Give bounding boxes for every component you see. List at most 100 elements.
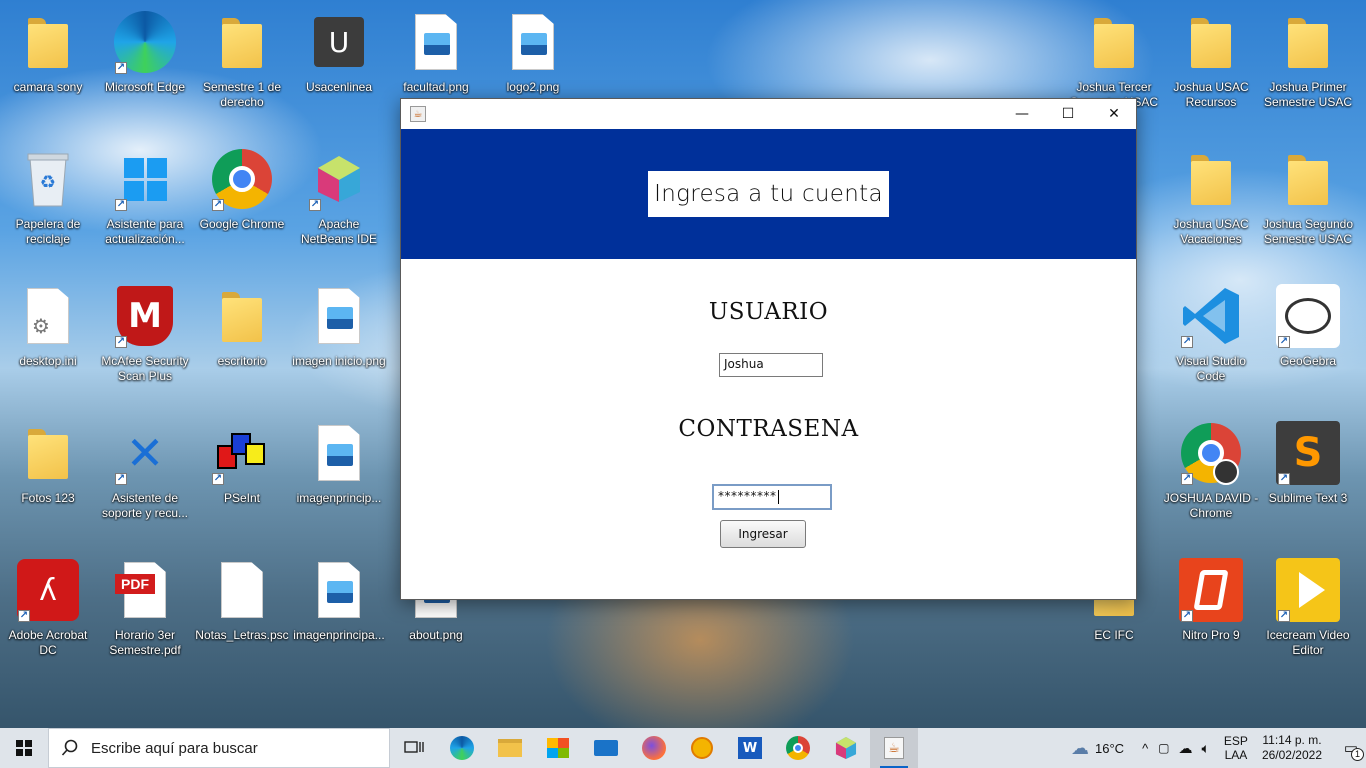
- desktop-icon-geogebra[interactable]: ↗ GeoGebra: [1260, 278, 1356, 406]
- desktop-icon-fotos-123[interactable]: Fotos 123: [0, 415, 96, 543]
- desktop-icon-nitro[interactable]: ↗ Nitro Pro 9: [1163, 552, 1259, 680]
- title-bar[interactable]: ☕ — ☐ ✕: [401, 99, 1136, 129]
- desktop-icon-label: Visual Studio Code: [1176, 354, 1246, 383]
- desktop-icon-imagenprincipal-2[interactable]: imagenprincipa...: [291, 552, 387, 680]
- desktop-icon-support-assistant[interactable]: ✕ ↗ Asistente de soporte y recu...: [97, 415, 193, 543]
- task-view-button[interactable]: [390, 728, 438, 768]
- desktop-icon-label: Nitro Pro 9: [1182, 628, 1240, 642]
- taskbar-java[interactable]: ☕: [870, 728, 918, 768]
- cloud-icon[interactable]: ☁: [1179, 740, 1193, 757]
- shortcut-arrow-icon: ↗: [1278, 610, 1290, 622]
- taskbar-store[interactable]: [534, 728, 582, 768]
- clock[interactable]: 11:14 p. m. 26/02/2022: [1262, 733, 1322, 763]
- desktop-icon-joshua-segundo-semestre[interactable]: Joshua Segundo Semestre USAC: [1260, 141, 1356, 269]
- pdf-file-icon: PDF: [113, 558, 177, 622]
- acrobat-icon: ʎ ↗: [16, 558, 80, 622]
- search-icon: [61, 739, 78, 756]
- desktop-icon-joshua-usac-vacaciones[interactable]: Joshua USAC Vacaciones: [1163, 141, 1259, 269]
- pseint-icon: ↗: [210, 421, 274, 485]
- minimize-button[interactable]: —: [999, 99, 1045, 129]
- taskbar-fruit-app[interactable]: [678, 728, 726, 768]
- clock-date: 26/02/2022: [1261, 748, 1322, 762]
- desktop-icon-notas-letras[interactable]: Notas_Letras.psc: [194, 552, 290, 680]
- start-button[interactable]: [0, 728, 48, 768]
- desktop-icon-camara-sony[interactable]: camara sony: [0, 4, 96, 132]
- shortcut-arrow-icon: ↗: [115, 62, 127, 74]
- weather-icon: ☁: [1071, 737, 1090, 758]
- desktop-icon-joshua-primer-semestre[interactable]: Joshua Primer Semestre USAC: [1260, 4, 1356, 132]
- desktop-icon-joshua-usac-recursos[interactable]: Joshua USAC Recursos: [1163, 4, 1259, 132]
- shortcut-arrow-icon: ↗: [212, 199, 224, 211]
- taskbar-file-explorer[interactable]: [486, 728, 534, 768]
- weather-temperature[interactable]: 16°C: [1095, 741, 1124, 756]
- desktop-icon-imagen-inicio[interactable]: imagen inicio.png: [291, 278, 387, 406]
- notification-count-badge: 1: [1351, 748, 1364, 761]
- mail-icon: [594, 740, 618, 756]
- volume-icon[interactable]: 🔈︎: [1202, 740, 1210, 757]
- desktop-icon-microsoft-edge[interactable]: ↗ Microsoft Edge: [97, 4, 193, 132]
- image-file-icon: [501, 10, 565, 74]
- taskbar-search-box[interactable]: Escribe aquí para buscar: [48, 728, 390, 768]
- desktop-icon-recycle-bin[interactable]: ♻ Papelera de reciclaje: [0, 141, 96, 269]
- desktop-icon-vscode[interactable]: ↗ Visual Studio Code: [1163, 278, 1259, 406]
- desktop-icon-joshua-chrome[interactable]: ↗ JOSHUA DAVID - Chrome: [1163, 415, 1259, 543]
- desktop-icon-label: Usacenlinea: [305, 80, 373, 94]
- taskbar-netbeans[interactable]: [822, 728, 870, 768]
- password-label: CONTRASENA: [678, 416, 859, 442]
- desktop-icon-icecream[interactable]: ↗ Icecream Video Editor: [1260, 552, 1356, 680]
- file-icon: [210, 558, 274, 622]
- image-file-icon: [307, 421, 371, 485]
- desktop-icon-mcafee[interactable]: M ↗ McAfee Security Scan Plus: [97, 278, 193, 406]
- desktop-icon-google-chrome[interactable]: ↗ Google Chrome: [194, 141, 290, 269]
- desktop-icon-label: Joshua USAC Vacaciones: [1173, 217, 1249, 246]
- username-label: USUARIO: [708, 299, 829, 325]
- desktop-icon-semestre-derecho[interactable]: Semestre 1 de derecho: [194, 4, 290, 132]
- language-indicator[interactable]: ESP LAA: [1224, 734, 1248, 762]
- login-button[interactable]: Ingresar: [720, 520, 806, 548]
- desktop-icon-desktop-ini[interactable]: ⚙ desktop.ini: [0, 278, 96, 406]
- maximize-button[interactable]: ☐: [1045, 99, 1091, 129]
- netbeans-icon: [835, 737, 857, 759]
- wrench-icon: ✕ ↗: [115, 426, 165, 485]
- shortcut-arrow-icon: ↗: [115, 336, 127, 348]
- login-form: USUARIO Joshua CONTRASENA ********* Ingr…: [401, 259, 1136, 599]
- java-icon: ☕: [410, 106, 426, 122]
- edge-icon: [450, 736, 474, 760]
- shortcut-arrow-icon: ↗: [1278, 336, 1290, 348]
- shortcut-arrow-icon: ↗: [115, 199, 127, 211]
- password-field[interactable]: *********: [712, 484, 832, 510]
- meet-now-icon[interactable]: ▢: [1158, 741, 1169, 755]
- desktop-icon-windows-update-assistant[interactable]: ↗ Asistente para actualización...: [97, 141, 193, 269]
- close-button[interactable]: ✕: [1091, 99, 1137, 129]
- taskbar-firefox[interactable]: [630, 728, 678, 768]
- username-value: Joshua: [724, 357, 764, 371]
- desktop-icon-pseint[interactable]: ↗ PSeInt: [194, 415, 290, 543]
- chevron-up-icon[interactable]: ^: [1142, 741, 1148, 756]
- desktop-icon-escritorio[interactable]: escritorio: [194, 278, 290, 406]
- taskbar-word[interactable]: W: [726, 728, 774, 768]
- word-icon: W: [738, 737, 762, 759]
- taskbar-edge[interactable]: [438, 728, 486, 768]
- desktop-icon-label: Semestre 1 de derecho: [202, 80, 282, 109]
- desktop-icon-netbeans[interactable]: ↗ Apache NetBeans IDE 12.6: [291, 141, 387, 269]
- desktop-icon-label: EC IFC: [1094, 628, 1134, 642]
- desktop-icon-sublime[interactable]: S ↗ Sublime Text 3: [1260, 415, 1356, 543]
- desktop-icon-label: Sublime Text 3: [1268, 491, 1348, 505]
- windows-logo-icon: [16, 740, 32, 756]
- folder-icon: [210, 284, 274, 348]
- desktop-icon-adobe-acrobat[interactable]: ʎ ↗ Adobe Acrobat DC: [0, 552, 96, 680]
- notifications-button[interactable]: ▭ 1: [1336, 728, 1366, 768]
- username-field[interactable]: Joshua: [719, 353, 823, 377]
- shortcut-arrow-icon: ↗: [1181, 473, 1193, 485]
- desktop-icon-label: Microsoft Edge: [104, 80, 186, 94]
- desktop-icon-label: imagen inicio.png: [292, 354, 386, 368]
- taskbar-mail[interactable]: [582, 728, 630, 768]
- taskbar-chrome[interactable]: [774, 728, 822, 768]
- system-tray: ☁ 16°C ^ ▢ ☁ 🔈︎ ESP LAA 11:14 p. m. 26/0…: [1071, 728, 1366, 768]
- desktop-icon-imagenprincipal-1[interactable]: imagenprincip...: [291, 415, 387, 543]
- desktop-icon-label: about.png: [409, 628, 463, 642]
- desktop-icon-usacenlinea[interactable]: U Usacenlinea: [291, 4, 387, 132]
- desktop-icon-label: camara sony: [13, 80, 83, 94]
- desktop-icon-horario-pdf[interactable]: PDF Horario 3er Semestre.pdf: [97, 552, 193, 680]
- desktop-icon-label: PSeInt: [223, 491, 261, 505]
